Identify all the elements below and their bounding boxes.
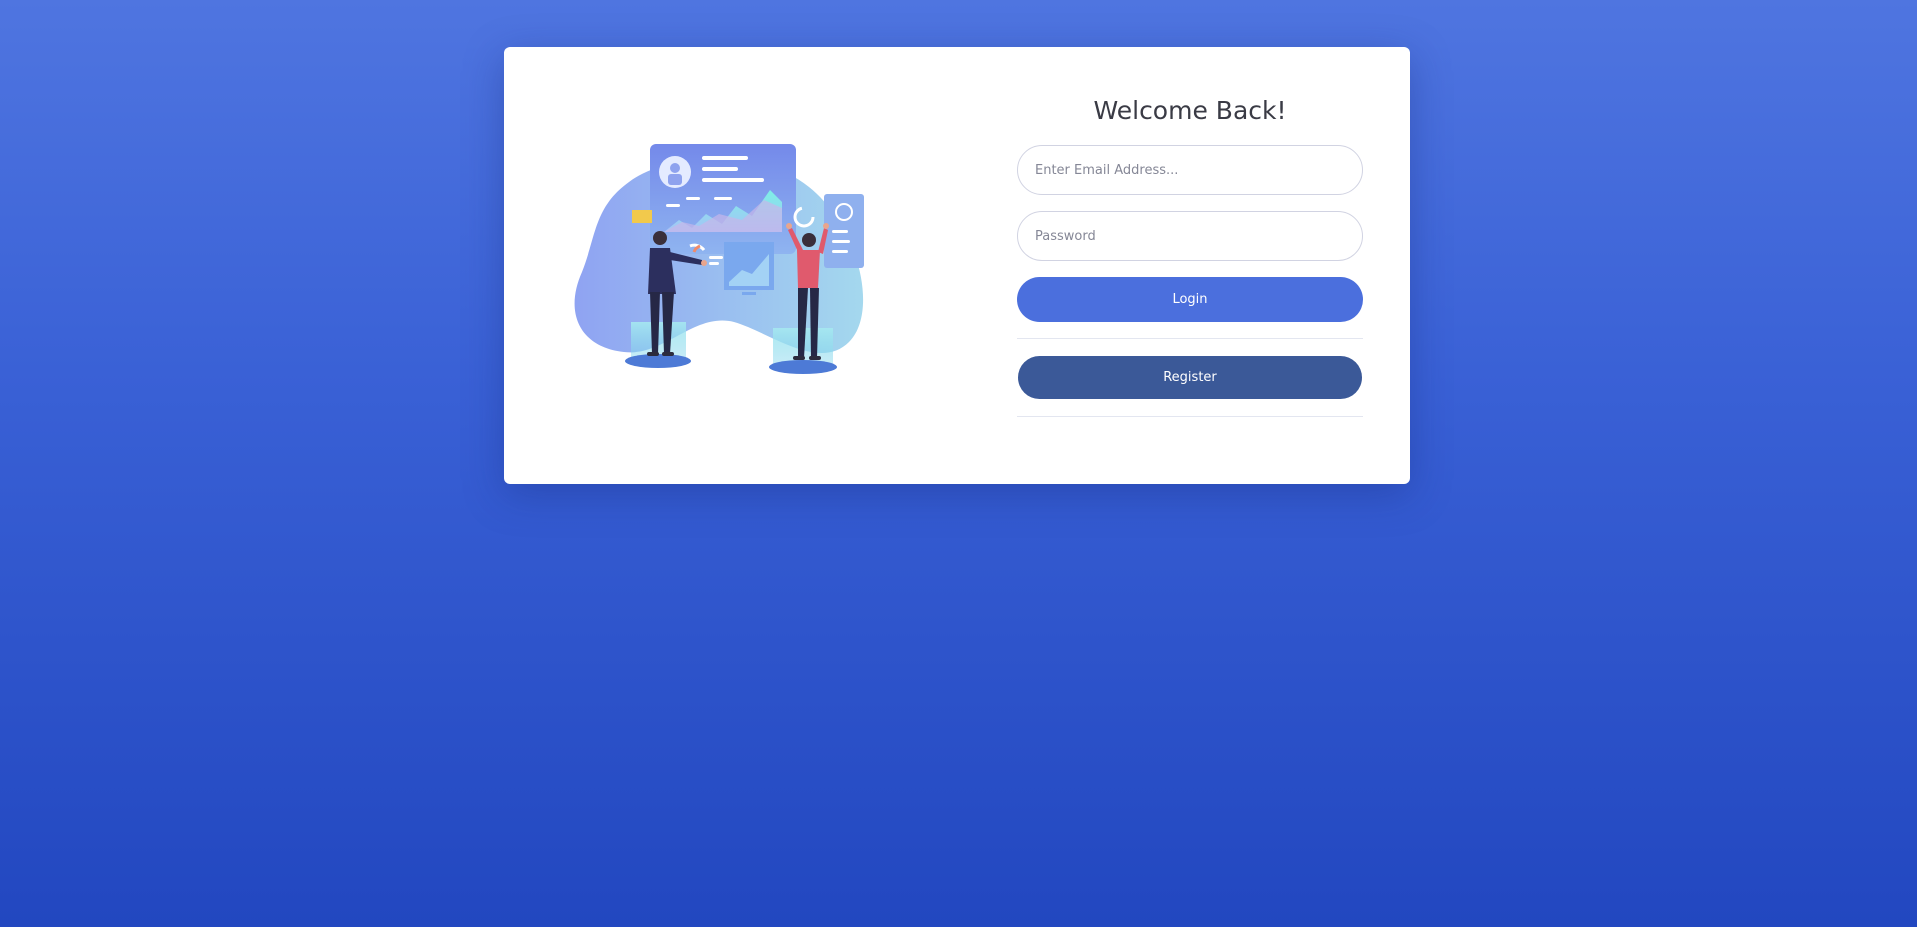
divider <box>1017 338 1363 339</box>
analytics-dashboard-illustration <box>574 144 864 374</box>
divider <box>1017 416 1363 417</box>
page-title: Welcome Back! <box>1093 96 1287 125</box>
login-button[interactable]: Login <box>1017 277 1363 322</box>
login-form: Welcome Back! Login Register <box>1017 47 1363 417</box>
email-field[interactable] <box>1017 145 1363 195</box>
sticky-note-icon <box>632 210 652 223</box>
login-card: Welcome Back! Login Register <box>504 47 1410 484</box>
password-field[interactable] <box>1017 211 1363 261</box>
register-button[interactable]: Register <box>1018 356 1362 399</box>
platform-left <box>625 354 691 368</box>
platform-right <box>769 360 837 374</box>
